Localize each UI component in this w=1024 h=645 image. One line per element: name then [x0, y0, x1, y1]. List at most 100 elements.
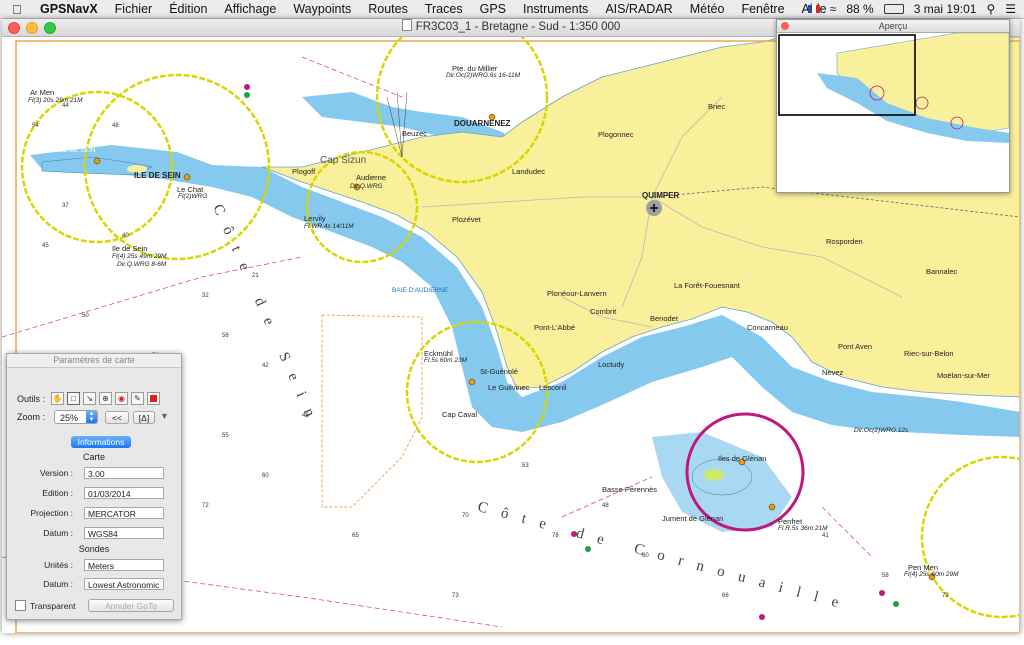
soundings-datum-label: Datum : [43, 579, 73, 589]
menu-instruments[interactable]: Instruments [523, 2, 588, 16]
light-ar-men: Fl(3) 20s 29m 21M [28, 97, 83, 104]
svg-text:32: 32 [202, 293, 209, 299]
overview-close-button[interactable] [781, 22, 789, 30]
apple-menu-icon[interactable]:  [12, 2, 26, 17]
label-landudec: Landudec [512, 167, 545, 176]
search-icon[interactable]: ⚲ [986, 2, 995, 16]
zoom-button[interactable] [44, 22, 56, 34]
light-lervily: Fl.WR.4s 14/11M [304, 223, 354, 230]
zoom-delta-button[interactable]: [Δ] [133, 411, 155, 424]
svg-text:37: 37 [62, 203, 69, 209]
svg-text:50: 50 [82, 313, 89, 319]
label-chaussee: CHAUSSÉE DE SEIN [32, 147, 96, 154]
section-carte: Carte [82, 452, 105, 462]
label-st-guenole: St-Guénolé [480, 367, 518, 376]
datum-field: WGS84 [84, 527, 164, 539]
minimize-button[interactable] [26, 22, 38, 34]
wifi-icon[interactable]: ≈ [830, 2, 837, 16]
mark-tool-icon[interactable]: ◉ [115, 392, 128, 405]
svg-text:40: 40 [122, 233, 129, 239]
zoom-back-button[interactable]: << [105, 411, 129, 424]
light-glenan: Dir.Oc(2)WRG.12s [854, 427, 909, 434]
menu-traces[interactable]: Traces [425, 2, 463, 16]
select-tool-icon[interactable]: □ [67, 392, 80, 405]
light-pen-men: Fl(4) 25s 60m 29M [904, 571, 959, 578]
projection-field: MERCATOR [84, 507, 164, 519]
menu-app-name[interactable]: GPSNavX [40, 2, 98, 16]
label-ile-de-sein-2: Ile de Sein [112, 244, 148, 253]
label-basse-perennes: Basse Pérennès [602, 485, 658, 494]
menu-bar:  GPSNavX Fichier Édition Affichage Wayp… [0, 0, 1024, 19]
transparent-checkbox[interactable] [15, 600, 26, 611]
label-pont-labbe: Pont-L'Abbé [534, 323, 576, 332]
cancel-goto-button[interactable]: Annuler GoTo [88, 599, 174, 612]
svg-text:48: 48 [602, 503, 609, 509]
route-tool-icon[interactable]: ↘ [83, 392, 96, 405]
edition-label: Edition : [42, 488, 73, 498]
waypoint-tool-icon[interactable]: ⊕ [99, 392, 112, 405]
stop-tool-icon[interactable] [147, 392, 160, 405]
menu-fichier[interactable]: Fichier [115, 2, 153, 16]
menu-routes[interactable]: Routes [368, 2, 408, 16]
zoom-select[interactable]: 25% ▲ ▼ [54, 410, 98, 424]
label-plogonnec: Plogonnec [598, 130, 634, 139]
battery-percent[interactable]: 88 % [846, 2, 873, 16]
svg-text:48: 48 [112, 123, 119, 129]
label-la-foret: La Forêt-Fouesnant [674, 281, 740, 290]
svg-text:73: 73 [452, 593, 459, 599]
svg-text:42: 42 [262, 363, 269, 369]
hand-tool-icon[interactable]: ✋ [51, 392, 64, 405]
svg-text:66: 66 [722, 593, 729, 599]
svg-text:·: · [877, 169, 878, 174]
close-button[interactable] [8, 22, 20, 34]
svg-text:·: · [837, 154, 838, 159]
label-ploneour: Plonéour-Lanvern [547, 289, 607, 298]
label-briec: Briec [708, 102, 726, 111]
label-audierne: Audierne [356, 173, 387, 182]
zoom-stepper-icon[interactable]: ▲ ▼ [86, 411, 97, 423]
window-title: FR3C03_1 - Bretagne - Sud - 1:350 000 [415, 21, 621, 33]
light-chat: Fl(2)WRG [178, 193, 208, 200]
svg-text:58: 58 [882, 573, 889, 579]
menu-gps[interactable]: GPS [480, 2, 506, 16]
label-iles-glenan: Iles de Glénan [718, 454, 767, 463]
light-penfret: Fl.R.5s 36m 21M [778, 525, 828, 532]
svg-text:55: 55 [222, 433, 229, 439]
battery-icon[interactable] [883, 4, 904, 14]
version-field: 3.00 [84, 467, 164, 479]
light-sein: Fl(4) 25s 49m 29M [112, 253, 167, 260]
overview-map[interactable]: · · · [777, 32, 1009, 193]
svg-text:65: 65 [352, 533, 359, 539]
menu-affichage[interactable]: Affichage [224, 2, 276, 16]
datum-label: Datum : [43, 528, 73, 538]
label-le-guilvinec: Le Guilvinec [488, 383, 530, 392]
edition-field: 01/03/2014 [84, 487, 164, 499]
overview-panel: Aperçu · · · [776, 19, 1010, 193]
transparent-label: Transparent [30, 600, 76, 611]
menu-ais-radar[interactable]: AIS/RADAR [605, 2, 672, 16]
menu-fenetre[interactable]: Fenêtre [741, 2, 784, 16]
section-sondes: Sondes [78, 544, 110, 554]
document-icon [401, 19, 412, 31]
chart-settings-panel: Paramètres de carte Outils : ✋ □ ↘ ⊕ ◉ ✎… [6, 353, 182, 620]
menu-edition[interactable]: Édition [169, 2, 207, 16]
version-label: Version : [39, 468, 73, 478]
label-benodet: Benodet [650, 314, 678, 323]
svg-text:41: 41 [822, 533, 829, 539]
flag-icon[interactable] [807, 5, 820, 13]
tab-informations[interactable]: Informations [71, 436, 131, 448]
list-icon[interactable]: ☰ [1005, 2, 1016, 16]
label-pont-aven: Pont Aven [838, 342, 873, 351]
light-millier: Dir.Oc(2)WRG.6s 16-11M [446, 72, 521, 79]
svg-text:53: 53 [522, 463, 529, 469]
status-area: ≈ 88 % 3 mai 19:01 ⚲ ☰ [798, 0, 1016, 18]
svg-text:45: 45 [42, 243, 49, 249]
disclosure-triangle-icon[interactable]: ▼ [160, 411, 169, 421]
pencil-tool-icon[interactable]: ✎ [131, 392, 144, 405]
menu-meteo[interactable]: Météo [690, 2, 725, 16]
label-jument-glenan: Jument de Glénan [662, 514, 724, 523]
clock[interactable]: 3 mai 19:01 [914, 2, 977, 16]
zoom-value: 25% [60, 413, 79, 423]
menu-waypoints[interactable]: Waypoints [293, 2, 351, 16]
label-quimper: QUIMPER [642, 191, 680, 200]
